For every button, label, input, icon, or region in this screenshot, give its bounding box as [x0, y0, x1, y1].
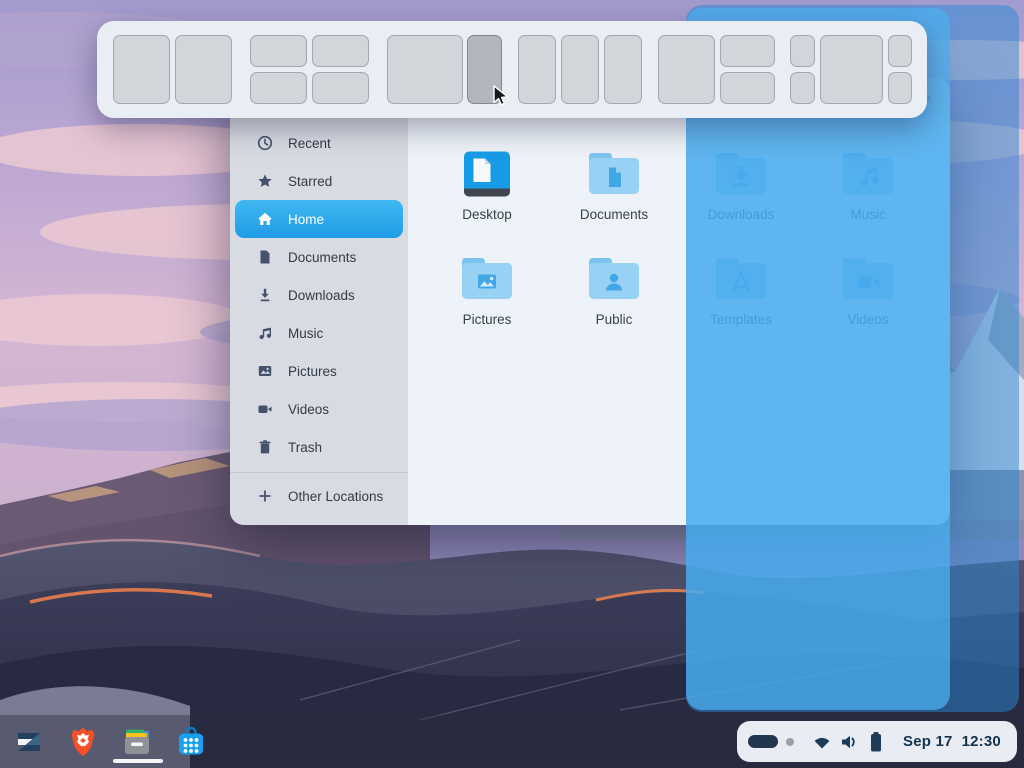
pictures-folder-icon	[459, 255, 515, 303]
tile-cell[interactable]	[518, 35, 556, 104]
recent-icon	[257, 135, 273, 151]
folder-label: Pictures	[433, 312, 541, 327]
tile-cell[interactable]	[820, 35, 883, 104]
sidebar-item-downloads[interactable]: Downloads	[230, 276, 408, 314]
desktop-screen: × Recent Starred	[0, 0, 1024, 768]
star-icon	[257, 173, 273, 189]
tile-cell[interactable]	[250, 72, 307, 104]
tile-cell[interactable]	[312, 35, 369, 67]
videos-icon	[257, 401, 273, 417]
sidebar-item-documents[interactable]: Documents	[230, 238, 408, 276]
files-app-button[interactable]	[120, 725, 154, 759]
tile-cell[interactable]	[604, 35, 642, 104]
pictures-icon	[257, 363, 273, 379]
tile-cell[interactable]	[561, 35, 599, 104]
folder-label: Public	[560, 312, 668, 327]
home-icon	[257, 211, 273, 227]
brave-browser-button[interactable]	[66, 725, 100, 759]
sidebar-item-label: Starred	[288, 174, 332, 189]
software-store-icon	[174, 725, 208, 759]
download-icon	[257, 287, 273, 303]
plus-icon	[257, 488, 273, 504]
tile-layout-wide-left-narrow-right[interactable]	[387, 35, 502, 104]
tile-cell[interactable]	[790, 72, 815, 104]
sidebar-divider	[230, 472, 408, 473]
tile-cell[interactable]	[113, 35, 170, 104]
folder-label: Desktop	[433, 207, 541, 222]
sidebar-item-label: Videos	[288, 402, 329, 417]
sidebar-item-label: Recent	[288, 136, 331, 151]
sidebar-item-label: Downloads	[288, 288, 355, 303]
folder-pictures[interactable]: Pictures	[433, 255, 541, 327]
sidebar-item-pictures[interactable]: Pictures	[230, 352, 408, 390]
workspace-dot-indicator[interactable]	[786, 738, 794, 746]
folder-label: Documents	[560, 207, 668, 222]
tile-cell[interactable]	[720, 72, 775, 104]
document-icon	[257, 249, 273, 265]
system-tray[interactable]: Sep 17 12:30	[737, 721, 1017, 762]
tile-cell[interactable]	[888, 72, 912, 104]
sidebar-item-label: Documents	[288, 250, 356, 265]
tile-cell[interactable]	[387, 35, 463, 104]
tile-cell[interactable]	[790, 35, 815, 67]
file-manager-sidebar: Recent Starred Home	[230, 118, 408, 525]
files-active-indicator	[113, 759, 163, 763]
workspace-pill-indicator[interactable]	[748, 735, 778, 748]
sidebar-item-recent[interactable]: Recent	[230, 124, 408, 162]
sidebar-item-starred[interactable]: Starred	[230, 162, 408, 200]
folder-documents[interactable]: Documents	[560, 150, 668, 222]
sidebar-item-videos[interactable]: Videos	[230, 390, 408, 428]
documents-folder-icon	[586, 150, 642, 198]
taskbar: Sep 17 12:30	[0, 715, 1024, 768]
battery-icon[interactable]	[869, 731, 883, 753]
folder-desktop[interactable]: Desktop	[433, 150, 541, 222]
public-folder-icon	[586, 255, 642, 303]
tile-layout-two-columns[interactable]	[113, 35, 232, 104]
sidebar-item-label: Home	[288, 212, 324, 227]
files-app-icon	[120, 725, 154, 759]
clock-date: Sep 17	[903, 733, 953, 750]
tile-cell[interactable]	[312, 72, 369, 104]
sidebar-item-label: Music	[288, 326, 323, 341]
sidebar-item-music[interactable]: Music	[230, 314, 408, 352]
sidebar-item-other-locations[interactable]: Other Locations	[230, 477, 408, 515]
sidebar-item-home[interactable]: Home	[235, 200, 403, 238]
sidebar-item-label: Other Locations	[288, 489, 383, 504]
sidebar-item-trash[interactable]: Trash	[230, 428, 408, 466]
tile-layout-three-columns[interactable]	[518, 35, 642, 104]
folder-public[interactable]: Public	[560, 255, 668, 327]
sidebar-item-label: Trash	[288, 440, 322, 455]
tile-cell-highlighted[interactable]	[467, 35, 502, 104]
wifi-icon[interactable]	[812, 733, 832, 751]
tile-layout-wide-left-stacked-right[interactable]	[658, 35, 775, 104]
tile-layout-quad-grid[interactable]	[250, 35, 369, 104]
music-icon	[257, 325, 273, 341]
software-store-button[interactable]	[174, 725, 208, 759]
brave-icon	[66, 725, 100, 759]
tile-cell[interactable]	[175, 35, 232, 104]
tile-cell[interactable]	[888, 35, 912, 67]
trash-icon	[257, 439, 273, 455]
tile-cell[interactable]	[658, 35, 715, 104]
window-tiling-popup	[97, 21, 927, 118]
tile-cell[interactable]	[250, 35, 307, 67]
tile-cell[interactable]	[720, 35, 775, 67]
desktop-folder-icon	[459, 150, 515, 198]
zorin-logo-icon	[12, 725, 46, 759]
tile-layout-narrow-sides-wide-center[interactable]	[790, 35, 912, 104]
zorin-menu-button[interactable]	[12, 725, 46, 759]
clock-time: 12:30	[962, 733, 1001, 750]
volume-icon[interactable]	[839, 733, 861, 751]
sidebar-item-label: Pictures	[288, 364, 337, 379]
